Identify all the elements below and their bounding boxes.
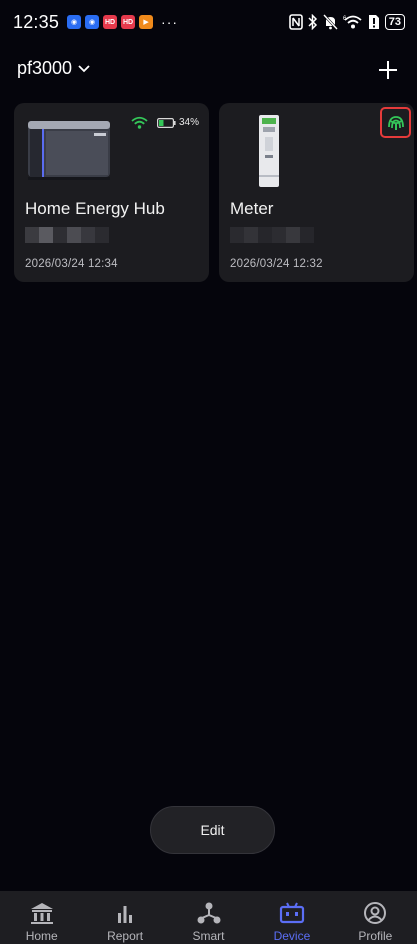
home-icon xyxy=(30,903,53,924)
more-notifications-icon: ··· xyxy=(161,14,179,30)
nav-label: Report xyxy=(107,929,144,943)
device-timestamp: 2026/03/24 12:34 xyxy=(25,258,118,270)
device-card-home-energy-hub[interactable]: 34% Home Energy Hub 2026/03/24 12:34 xyxy=(14,103,209,282)
battery-icon xyxy=(156,117,176,128)
home-selector[interactable]: pf3000 xyxy=(17,58,90,79)
sim-alert-icon xyxy=(368,15,379,29)
device-name: Meter xyxy=(230,199,274,218)
nav-label: Profile xyxy=(358,929,393,943)
video-app-icon: ▶ xyxy=(139,15,154,29)
energy-hub-image xyxy=(28,121,110,180)
device-battery: 34% xyxy=(156,117,199,128)
battery-percent: 34% xyxy=(178,117,199,128)
chevron-down-icon xyxy=(78,64,90,72)
redacted-serial xyxy=(25,227,109,243)
device-name: Home Energy Hub xyxy=(25,199,165,218)
wifi-icon xyxy=(131,116,148,129)
nfc-icon xyxy=(288,14,303,30)
mute-bell-icon xyxy=(322,14,338,30)
nav-label: Home xyxy=(25,929,58,943)
header: pf3000 xyxy=(0,52,417,88)
home-name: pf3000 xyxy=(17,58,73,78)
redacted-serial xyxy=(230,227,314,243)
nav-label: Smart xyxy=(192,929,225,943)
hub-status: 34% xyxy=(131,116,199,129)
nav-item-device[interactable]: Device xyxy=(250,891,333,944)
nav-item-home[interactable]: Home xyxy=(0,891,83,944)
bluetooth-icon xyxy=(308,14,317,30)
app-notification-icon: ◉ xyxy=(67,15,82,29)
hdr-app-icon: HD xyxy=(121,15,136,29)
network-icon xyxy=(197,902,221,924)
bar-chart-icon xyxy=(118,906,133,923)
wifi-6-icon: 6 xyxy=(343,15,362,29)
nav-item-report[interactable]: Report xyxy=(83,891,166,944)
connection-status-highlight xyxy=(380,107,411,138)
hdr-app-icon: HD xyxy=(103,15,118,29)
status-time: 12:35 xyxy=(13,11,60,32)
battery-indicator: 73 xyxy=(384,14,405,30)
status-bar: 12:35 ◉ ◉ HD HD ▶ ··· 6 73 xyxy=(0,0,417,44)
plus-icon[interactable] xyxy=(377,59,399,81)
profile-icon xyxy=(364,902,387,924)
app-notification-icon: ◉ xyxy=(85,15,100,29)
bottom-nav: Home Report Smart Device Profile xyxy=(0,891,417,944)
device-icon xyxy=(279,902,305,924)
edit-button[interactable]: Edit xyxy=(150,806,275,854)
device-timestamp: 2026/03/24 12:32 xyxy=(230,258,323,270)
system-icons: 6 73 xyxy=(288,14,405,30)
meter-image xyxy=(259,115,279,187)
nav-label: Device xyxy=(273,929,311,943)
nav-item-smart[interactable]: Smart xyxy=(167,891,250,944)
nav-item-profile[interactable]: Profile xyxy=(334,891,417,944)
signal-icon[interactable] xyxy=(387,114,405,132)
notification-icons: ◉ ◉ HD HD ▶ ··· xyxy=(67,14,178,30)
device-card-meter[interactable]: Meter 2026/03/24 12:32 xyxy=(219,103,414,282)
